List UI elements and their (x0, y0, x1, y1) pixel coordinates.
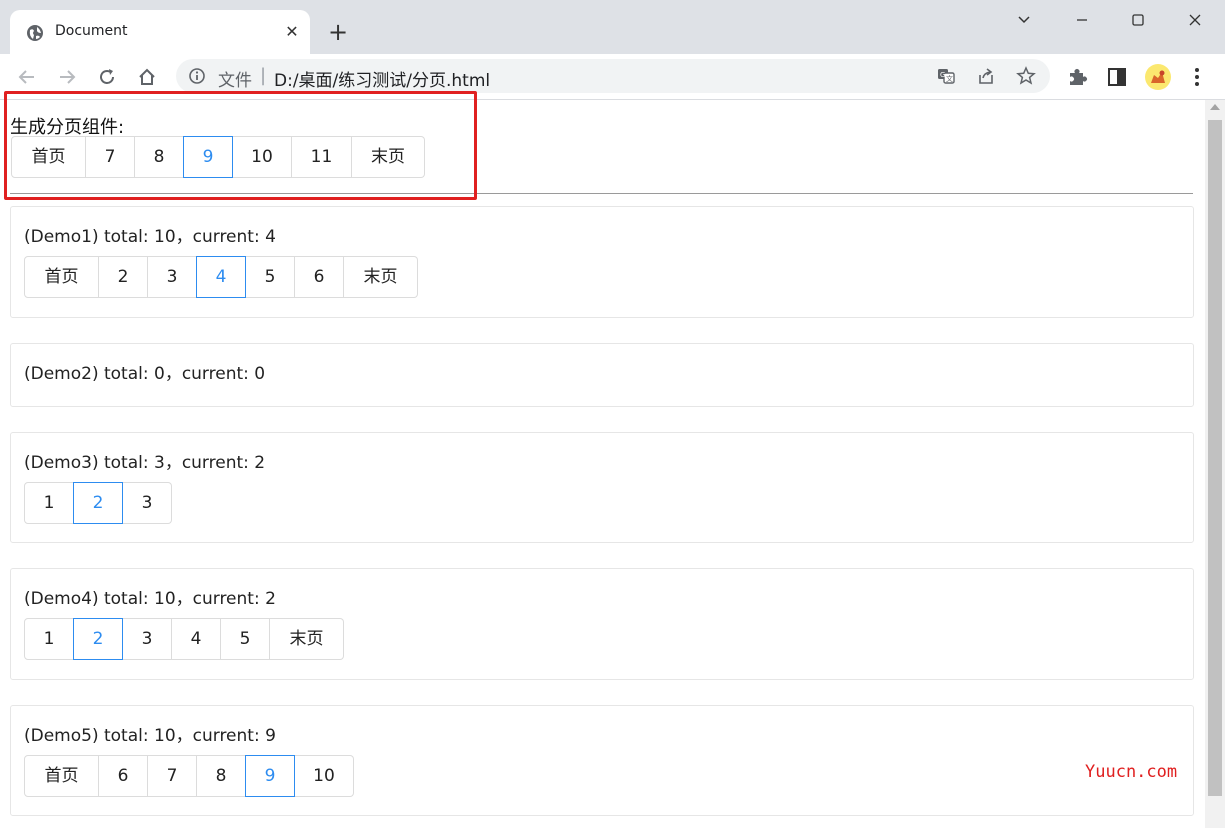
scheme-label: 文件 (218, 71, 252, 91)
page-item[interactable]: 6 (295, 256, 344, 298)
maximize-icon[interactable] (1118, 6, 1158, 34)
tab-strip: Document ✕ + (0, 0, 1225, 54)
demo3-label: (Demo3) total: 3，current: 2 (24, 453, 266, 473)
scroll-thumb[interactable] (1208, 120, 1222, 796)
demo4-pagination: 1 2 3 4 5 末页 (24, 618, 344, 660)
menu-kebab-icon[interactable] (1186, 66, 1208, 88)
demo1-card: (Demo1) total: 10，current: 4 首页 2 3 4 5 … (10, 206, 1194, 318)
page-viewport: 生成分页组件: 首页 7 8 9 10 11 末页 (Demo1) total:… (0, 100, 1205, 828)
watermark: Yuucn.com (1085, 762, 1178, 782)
vertical-scrollbar[interactable] (1205, 100, 1225, 828)
profile-avatar-icon[interactable] (1145, 64, 1171, 90)
demo5-pagination: 首页 6 7 8 9 10 (24, 755, 354, 797)
demo2-label: (Demo2) total: 0，current: 0 (24, 364, 266, 384)
bookmark-star-icon[interactable] (1016, 66, 1036, 86)
svg-text:G: G (940, 71, 945, 79)
page-item[interactable]: 8 (197, 755, 246, 797)
demo1-pagination: 首页 2 3 4 5 6 末页 (24, 256, 418, 298)
info-icon[interactable] (188, 67, 206, 85)
page-item[interactable]: 4 (172, 618, 221, 660)
page-item[interactable]: 6 (99, 755, 148, 797)
address-bar[interactable]: 文件 | D:/桌面/练习测试/分页.html G 文 (176, 59, 1050, 93)
translate-icon[interactable]: G 文 (936, 66, 956, 86)
page-item-current[interactable]: 4 (196, 256, 246, 298)
page-item-current[interactable]: 2 (73, 482, 123, 524)
page-item-first[interactable]: 首页 (24, 256, 99, 298)
demo1-label: (Demo1) total: 10，current: 4 (24, 227, 276, 247)
tab-close-icon[interactable]: ✕ (282, 22, 302, 42)
tab-title: Document (55, 23, 128, 39)
new-tab-button[interactable]: + (325, 19, 351, 45)
page-item[interactable]: 10 (295, 755, 354, 797)
demo2-card: (Demo2) total: 0，current: 0 (10, 343, 1194, 407)
annotation-highlight-box (4, 91, 477, 200)
home-icon[interactable] (134, 64, 160, 90)
forward-icon[interactable] (54, 64, 80, 90)
page-item-last[interactable]: 末页 (270, 618, 344, 660)
extensions-icon[interactable] (1066, 66, 1088, 88)
tab-search-icon[interactable] (1004, 6, 1044, 34)
page-item[interactable]: 1 (24, 482, 74, 524)
svg-text:文: 文 (946, 74, 953, 83)
page-item-last[interactable]: 末页 (344, 256, 418, 298)
page-item-first[interactable]: 首页 (24, 755, 99, 797)
demo4-label: (Demo4) total: 10，current: 2 (24, 589, 276, 609)
demo3-pagination: 1 2 3 (24, 482, 172, 524)
page-item[interactable]: 5 (221, 618, 270, 660)
address-separator: | (260, 65, 267, 86)
side-panel-icon[interactable] (1106, 66, 1128, 88)
page-item-current[interactable]: 9 (245, 755, 295, 797)
reload-icon[interactable] (94, 64, 120, 90)
page-item[interactable]: 3 (148, 256, 197, 298)
page-item[interactable]: 1 (24, 618, 74, 660)
minimize-icon[interactable] (1062, 6, 1102, 34)
scroll-up-arrow-icon[interactable] (1210, 104, 1220, 110)
demo5-card: (Demo5) total: 10，current: 9 首页 6 7 8 9 … (10, 705, 1194, 816)
window-close-icon[interactable] (1175, 6, 1215, 34)
demo3-card: (Demo3) total: 3，current: 2 1 2 3 (10, 432, 1194, 543)
share-icon[interactable] (976, 66, 996, 86)
globe-icon (27, 25, 43, 41)
page-item[interactable]: 5 (246, 256, 295, 298)
back-icon[interactable] (14, 64, 40, 90)
page-item[interactable]: 3 (123, 618, 172, 660)
demo4-card: (Demo4) total: 10，current: 2 1 2 3 4 5 末… (10, 568, 1194, 680)
page-item[interactable]: 7 (148, 755, 197, 797)
url-text[interactable]: D:/桌面/练习测试/分页.html (274, 66, 490, 91)
page-item-current[interactable]: 2 (73, 618, 123, 660)
browser-tab[interactable]: Document ✕ (10, 10, 310, 54)
page-item[interactable]: 3 (123, 482, 172, 524)
demo5-label: (Demo5) total: 10，current: 9 (24, 726, 276, 746)
page-item[interactable]: 2 (99, 256, 148, 298)
